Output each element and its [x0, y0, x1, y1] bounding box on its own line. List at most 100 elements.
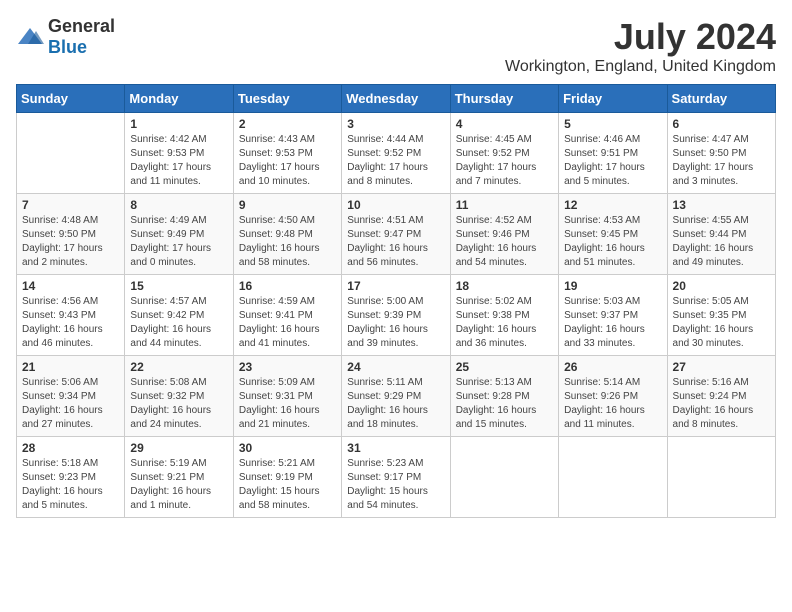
week-row-4: 28 Sunrise: 5:18 AM Sunset: 9:23 PM Dayli… — [17, 437, 776, 518]
calendar-cell: 21 Sunrise: 5:06 AM Sunset: 9:34 PM Dayli… — [17, 356, 125, 437]
day-info: Sunrise: 5:23 AM Sunset: 9:17 PM Dayligh… — [347, 457, 444, 513]
day-info: Sunrise: 4:46 AM Sunset: 9:51 PM Dayligh… — [564, 133, 661, 189]
day-info: Sunrise: 4:42 AM Sunset: 9:53 PM Dayligh… — [130, 133, 227, 189]
day-header-monday: Monday — [125, 85, 233, 113]
day-info: Sunrise: 5:08 AM Sunset: 9:32 PM Dayligh… — [130, 376, 227, 432]
month-title: July 2024 — [505, 16, 776, 58]
day-info: Sunrise: 5:05 AM Sunset: 9:35 PM Dayligh… — [673, 295, 770, 351]
day-number: 10 — [347, 198, 444, 212]
calendar-cell: 4 Sunrise: 4:45 AM Sunset: 9:52 PM Daylig… — [450, 113, 558, 194]
day-number: 5 — [564, 117, 661, 131]
day-number: 31 — [347, 441, 444, 455]
day-number: 11 — [456, 198, 553, 212]
calendar-cell: 8 Sunrise: 4:49 AM Sunset: 9:49 PM Daylig… — [125, 194, 233, 275]
day-number: 9 — [239, 198, 336, 212]
calendar-cell: 6 Sunrise: 4:47 AM Sunset: 9:50 PM Daylig… — [667, 113, 775, 194]
calendar-cell: 26Sunrise: 5:14 AM Sunset: 9:26 PM Dayli… — [559, 356, 667, 437]
day-info: Sunrise: 5:14 AM Sunset: 9:26 PM Dayligh… — [564, 376, 661, 432]
calendar-cell — [559, 437, 667, 518]
day-info: Sunrise: 4:55 AM Sunset: 9:44 PM Dayligh… — [673, 214, 770, 270]
day-info: Sunrise: 5:11 AM Sunset: 9:29 PM Dayligh… — [347, 376, 444, 432]
day-info: Sunrise: 5:18 AM Sunset: 9:23 PM Dayligh… — [22, 457, 119, 513]
day-header-friday: Friday — [559, 85, 667, 113]
calendar-cell: 24 Sunrise: 5:11 AM Sunset: 9:29 PM Dayli… — [342, 356, 450, 437]
day-number: 12 — [564, 198, 661, 212]
day-number: 29 — [130, 441, 227, 455]
day-header-tuesday: Tuesday — [233, 85, 341, 113]
calendar-cell: 28 Sunrise: 5:18 AM Sunset: 9:23 PM Dayli… — [17, 437, 125, 518]
day-header-saturday: Saturday — [667, 85, 775, 113]
day-info: Sunrise: 5:16 AM Sunset: 9:24 PM Dayligh… — [673, 376, 770, 432]
week-row-1: 7 Sunrise: 4:48 AM Sunset: 9:50 PM Daylig… — [17, 194, 776, 275]
day-header-sunday: Sunday — [17, 85, 125, 113]
calendar-table: SundayMondayTuesdayWednesdayThursdayFrid… — [16, 84, 776, 518]
calendar-cell: 27 Sunrise: 5:16 AM Sunset: 9:24 PM Dayli… — [667, 356, 775, 437]
day-number: 4 — [456, 117, 553, 131]
calendar-cell: 19Sunrise: 5:03 AM Sunset: 9:37 PM Dayli… — [559, 275, 667, 356]
day-number: 14 — [22, 279, 119, 293]
calendar-cell: 16Sunrise: 4:59 AM Sunset: 9:41 PM Dayli… — [233, 275, 341, 356]
day-number: 15 — [130, 279, 227, 293]
day-info: Sunrise: 5:21 AM Sunset: 9:19 PM Dayligh… — [239, 457, 336, 513]
logo-blue: Blue — [48, 37, 87, 57]
day-number: 8 — [130, 198, 227, 212]
day-number: 27 — [673, 360, 770, 374]
day-number: 30 — [239, 441, 336, 455]
calendar-cell: 12 Sunrise: 4:53 AM Sunset: 9:45 PM Dayli… — [559, 194, 667, 275]
day-number: 21 — [22, 360, 119, 374]
calendar-cell: 20Sunrise: 5:05 AM Sunset: 9:35 PM Dayli… — [667, 275, 775, 356]
calendar-cell: 25Sunrise: 5:13 AM Sunset: 9:28 PM Dayli… — [450, 356, 558, 437]
day-info: Sunrise: 5:13 AM Sunset: 9:28 PM Dayligh… — [456, 376, 553, 432]
week-row-0: 1 Sunrise: 4:42 AM Sunset: 9:53 PM Daylig… — [17, 113, 776, 194]
calendar-cell: 10Sunrise: 4:51 AM Sunset: 9:47 PM Dayli… — [342, 194, 450, 275]
day-info: Sunrise: 5:06 AM Sunset: 9:34 PM Dayligh… — [22, 376, 119, 432]
day-info: Sunrise: 4:49 AM Sunset: 9:49 PM Dayligh… — [130, 214, 227, 270]
day-number: 22 — [130, 360, 227, 374]
day-number: 7 — [22, 198, 119, 212]
calendar-cell: 13 Sunrise: 4:55 AM Sunset: 9:44 PM Dayli… — [667, 194, 775, 275]
day-info: Sunrise: 4:45 AM Sunset: 9:52 PM Dayligh… — [456, 133, 553, 189]
day-number: 17 — [347, 279, 444, 293]
day-number: 18 — [456, 279, 553, 293]
day-number: 24 — [347, 360, 444, 374]
day-number: 6 — [673, 117, 770, 131]
day-info: Sunrise: 4:47 AM Sunset: 9:50 PM Dayligh… — [673, 133, 770, 189]
calendar-cell: 31 Sunrise: 5:23 AM Sunset: 9:17 PM Dayli… — [342, 437, 450, 518]
day-number: 2 — [239, 117, 336, 131]
week-row-3: 21 Sunrise: 5:06 AM Sunset: 9:34 PM Dayli… — [17, 356, 776, 437]
calendar-cell: 9 Sunrise: 4:50 AM Sunset: 9:48 PM Daylig… — [233, 194, 341, 275]
day-header-thursday: Thursday — [450, 85, 558, 113]
logo-icon — [16, 26, 44, 48]
logo-general: General — [48, 16, 115, 36]
day-number: 13 — [673, 198, 770, 212]
calendar-cell: 22 Sunrise: 5:08 AM Sunset: 9:32 PM Dayli… — [125, 356, 233, 437]
calendar-cell: 5 Sunrise: 4:46 AM Sunset: 9:51 PM Daylig… — [559, 113, 667, 194]
calendar-cell — [667, 437, 775, 518]
day-info: Sunrise: 4:43 AM Sunset: 9:53 PM Dayligh… — [239, 133, 336, 189]
week-row-2: 14Sunrise: 4:56 AM Sunset: 9:43 PM Dayli… — [17, 275, 776, 356]
location: Workington, England, United Kingdom — [505, 58, 776, 76]
calendar-cell — [17, 113, 125, 194]
day-number: 28 — [22, 441, 119, 455]
days-header-row: SundayMondayTuesdayWednesdayThursdayFrid… — [17, 85, 776, 113]
day-number: 23 — [239, 360, 336, 374]
day-info: Sunrise: 4:44 AM Sunset: 9:52 PM Dayligh… — [347, 133, 444, 189]
day-header-wednesday: Wednesday — [342, 85, 450, 113]
title-area: July 2024 Workington, England, United Ki… — [505, 16, 776, 76]
day-info: Sunrise: 4:48 AM Sunset: 9:50 PM Dayligh… — [22, 214, 119, 270]
day-number: 3 — [347, 117, 444, 131]
calendar-cell: 29Sunrise: 5:19 AM Sunset: 9:21 PM Dayli… — [125, 437, 233, 518]
calendar-cell: 18 Sunrise: 5:02 AM Sunset: 9:38 PM Dayli… — [450, 275, 558, 356]
calendar-cell — [450, 437, 558, 518]
day-info: Sunrise: 4:57 AM Sunset: 9:42 PM Dayligh… — [130, 295, 227, 351]
day-info: Sunrise: 5:00 AM Sunset: 9:39 PM Dayligh… — [347, 295, 444, 351]
day-number: 1 — [130, 117, 227, 131]
calendar-cell: 14Sunrise: 4:56 AM Sunset: 9:43 PM Dayli… — [17, 275, 125, 356]
header: General Blue July 2024 Workington, Engla… — [16, 16, 776, 76]
day-info: Sunrise: 4:53 AM Sunset: 9:45 PM Dayligh… — [564, 214, 661, 270]
calendar-cell: 1 Sunrise: 4:42 AM Sunset: 9:53 PM Daylig… — [125, 113, 233, 194]
day-info: Sunrise: 4:52 AM Sunset: 9:46 PM Dayligh… — [456, 214, 553, 270]
day-info: Sunrise: 4:50 AM Sunset: 9:48 PM Dayligh… — [239, 214, 336, 270]
day-number: 19 — [564, 279, 661, 293]
day-info: Sunrise: 5:02 AM Sunset: 9:38 PM Dayligh… — [456, 295, 553, 351]
